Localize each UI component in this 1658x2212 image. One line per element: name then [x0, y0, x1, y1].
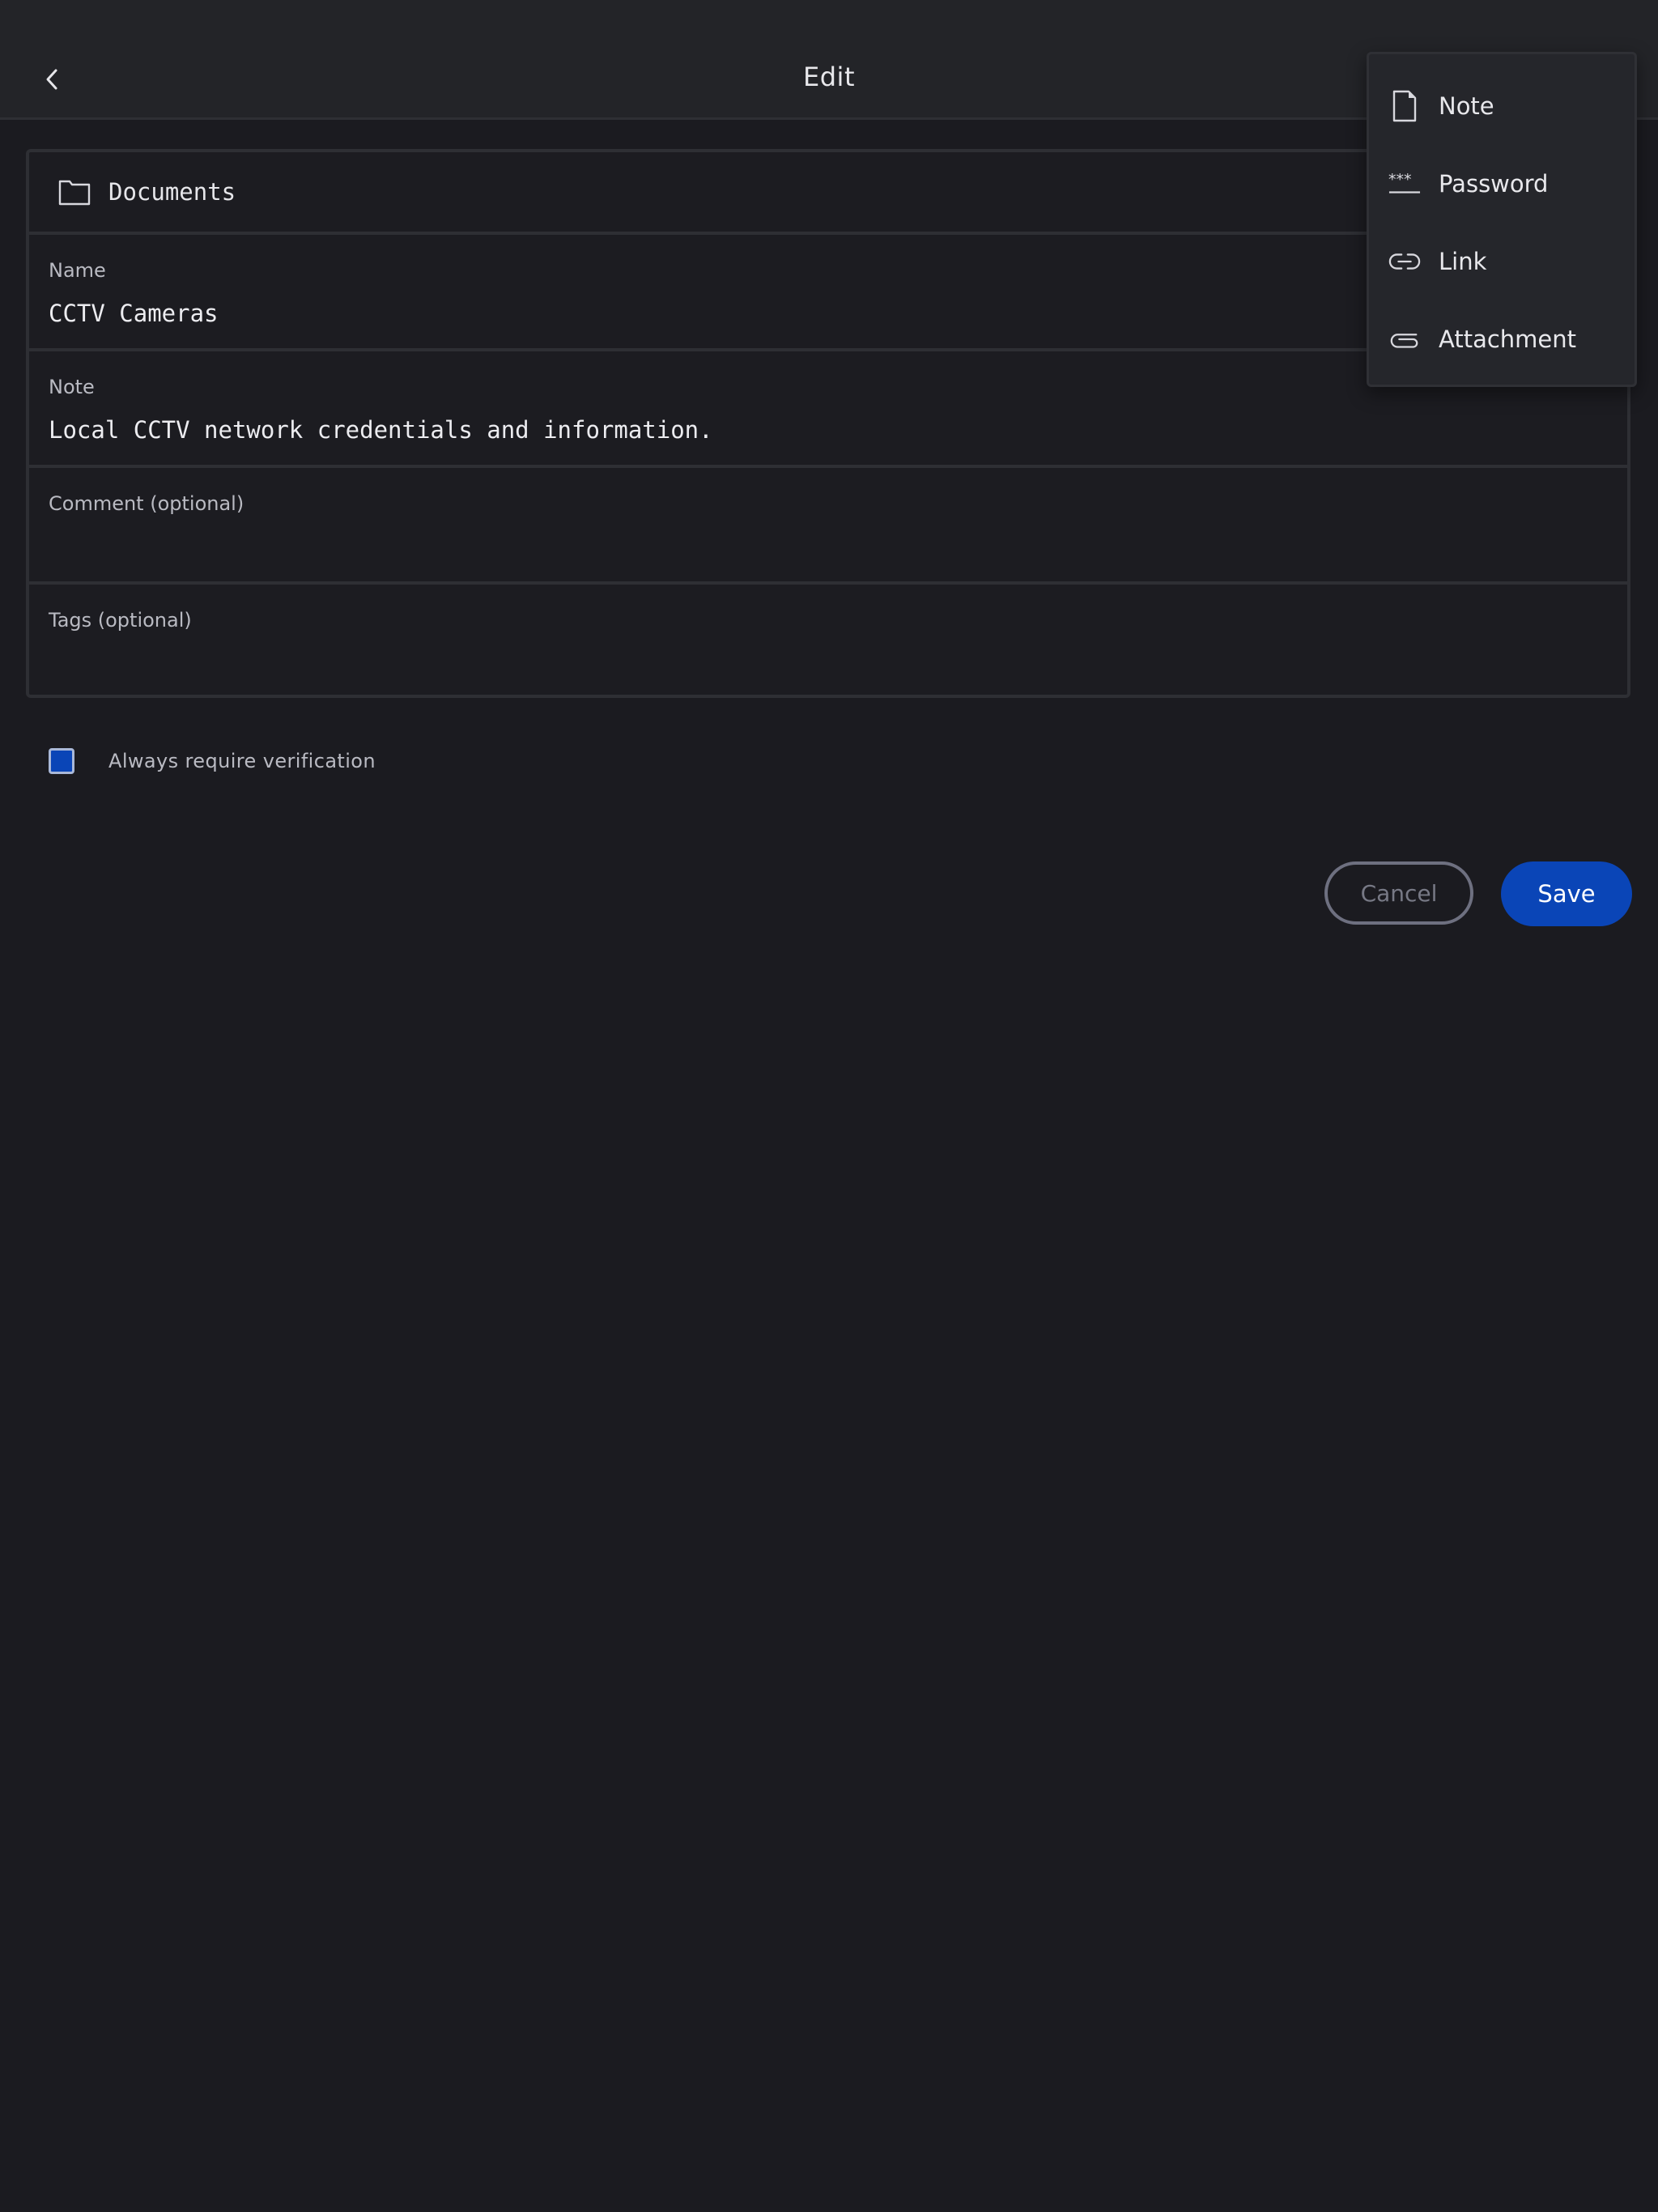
svg-text:***: ***: [1388, 172, 1412, 189]
tags-field[interactable]: Tags (optional): [29, 585, 1627, 698]
verification-label: Always require verification: [108, 750, 376, 772]
menu-item-attachment[interactable]: Attachment: [1369, 300, 1635, 378]
link-icon: [1388, 245, 1421, 278]
name-label: Name: [49, 259, 106, 282]
verification-checkbox[interactable]: [49, 748, 74, 774]
menu-item-label: Password: [1439, 170, 1549, 198]
menu-item-label: Note: [1439, 92, 1494, 120]
save-button[interactable]: Save: [1501, 861, 1632, 926]
note-value[interactable]: Local CCTV network credentials and infor…: [49, 416, 1608, 444]
add-item-menu: Note *** Password Link Attachment: [1367, 52, 1637, 387]
menu-item-link[interactable]: Link: [1369, 223, 1635, 300]
cancel-button[interactable]: Cancel: [1324, 861, 1473, 925]
comment-label: Comment (optional): [49, 492, 244, 515]
folder-icon: [58, 180, 91, 206]
folder-label: Documents: [108, 178, 236, 206]
verification-toggle[interactable]: Always require verification: [49, 748, 376, 774]
menu-item-label: Attachment: [1439, 325, 1577, 353]
comment-field[interactable]: Comment (optional): [29, 468, 1627, 585]
document-icon: [1388, 90, 1421, 122]
attachment-icon: [1390, 334, 1418, 348]
menu-item-label: Link: [1439, 248, 1487, 275]
menu-item-password[interactable]: *** Password: [1369, 145, 1635, 223]
menu-item-note[interactable]: Note: [1369, 67, 1635, 145]
password-icon: ***: [1388, 168, 1421, 200]
note-label: Note: [49, 376, 95, 398]
tags-label: Tags (optional): [49, 609, 192, 632]
